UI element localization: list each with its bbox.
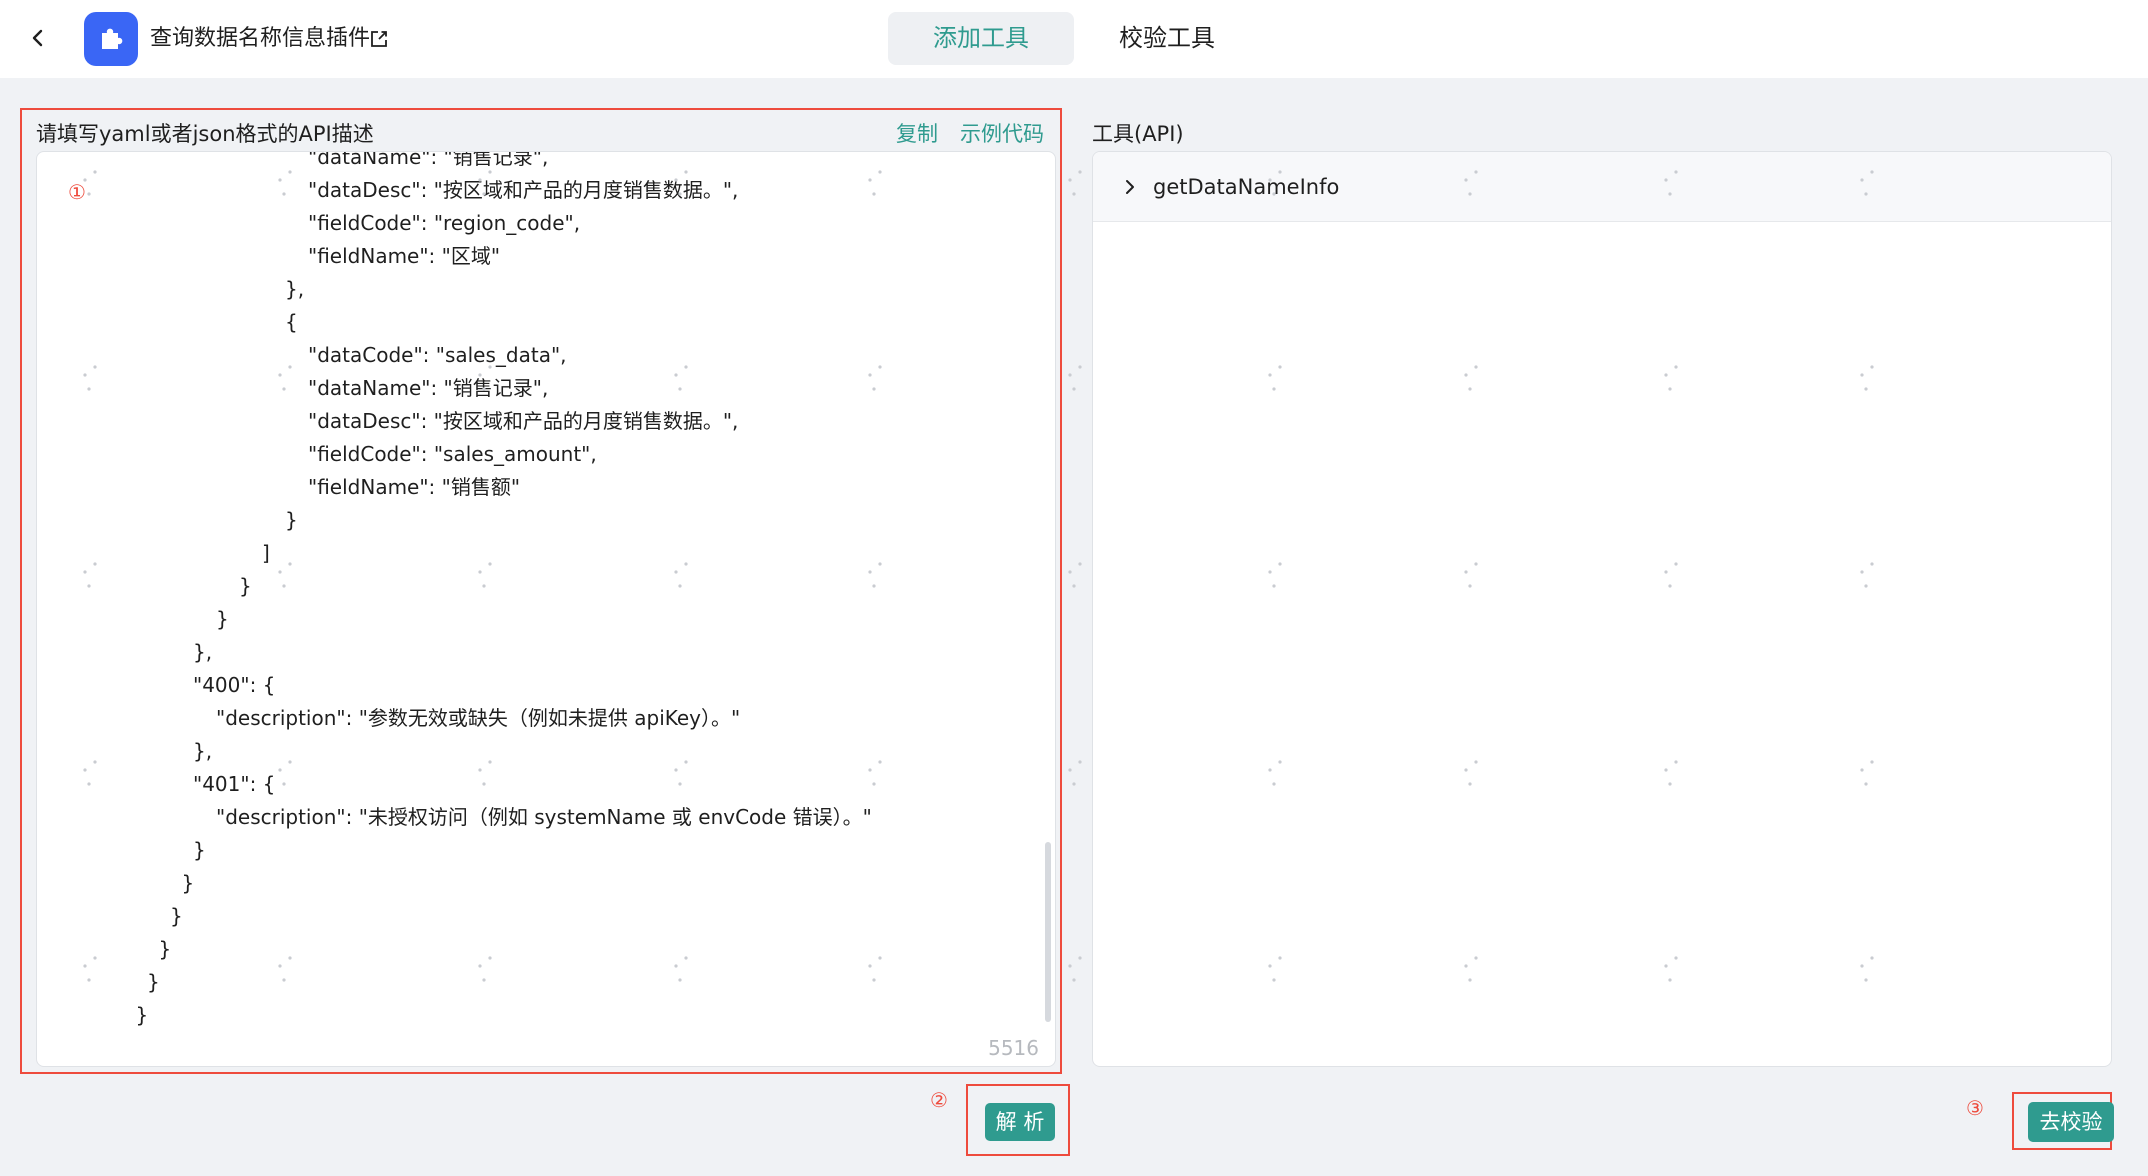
watermark-dot [1078, 760, 1082, 764]
code-line: } [158, 937, 172, 961]
chevron-left-icon [32, 29, 43, 47]
code-line: "dataName": "销售记录", [308, 376, 549, 400]
code-line: "400": { [193, 673, 276, 697]
watermark-dot [1078, 170, 1082, 174]
character-count: 5516 [988, 1036, 1039, 1060]
watermark-dot [1078, 956, 1082, 960]
watermark-dot [1068, 570, 1072, 574]
code-line: "dataDesc": "按区域和产品的月度销售数据。", [308, 178, 739, 202]
tab-verify-tool[interactable]: 校验工具 [1074, 12, 1260, 65]
code-line: "fieldName": "销售额" [308, 475, 521, 499]
watermark-dot [1078, 562, 1082, 566]
tool-list-panel: getDataNameInfo [1092, 151, 2112, 1067]
tool-item[interactable]: getDataNameInfo [1093, 152, 2111, 222]
step-marker-1: ① [68, 180, 86, 204]
watermark-dot [1072, 192, 1076, 196]
code-line: "fieldCode": "sales_amount", [308, 442, 597, 466]
code-line: "401": { [193, 772, 276, 796]
code-line: "description": "未授权访问（例如 systemName 或 en… [216, 805, 872, 829]
code-line: } [193, 838, 206, 862]
watermark-dot [1068, 768, 1072, 772]
code-line: }, [193, 739, 213, 763]
step-marker-2: ② [930, 1088, 948, 1112]
code-line: } [285, 508, 298, 532]
puzzle-icon [102, 28, 123, 49]
example-code-button[interactable]: 示例代码 [960, 120, 1044, 148]
plugin-title: 查询数据名称信息插件 [150, 26, 371, 51]
watermark-dot [1078, 365, 1082, 369]
plugin-logo [84, 12, 138, 66]
parse-button[interactable]: 解 析 [985, 1103, 1055, 1141]
watermark-dot [1072, 782, 1076, 786]
code-line: "dataCode": "sales_data", [308, 343, 567, 367]
watermark-dot [1068, 373, 1072, 377]
code-line: "fieldName": "区域" [308, 244, 501, 268]
tool-name: getDataNameInfo [1153, 175, 1340, 199]
api-description-editor[interactable]: "dataName": "销售记录", "dataDesc": "按区域和产品的月… [36, 151, 1056, 1067]
watermark-dot [1068, 964, 1072, 968]
watermark-dot [1068, 178, 1072, 182]
code-line: } [181, 871, 195, 895]
code-line: } [239, 574, 252, 598]
code-content[interactable]: "dataName": "销售记录", "dataDesc": "按区域和产品的月… [37, 152, 1037, 1066]
code-line: "dataName": "销售记录", [308, 152, 549, 169]
editor-scrollbar[interactable] [1045, 842, 1051, 1022]
code-line: "description": "参数无效或缺失（例如未提供 apiKey）。" [216, 706, 741, 730]
external-edit-icon[interactable] [368, 28, 390, 50]
code-line: } [147, 970, 160, 994]
code-line: { [285, 310, 298, 334]
api-description-label: 请填写yaml或者json格式的API描述 [36, 122, 374, 146]
watermark-dot [1072, 978, 1076, 982]
top-header: 查询数据名称信息插件 添加工具 校验工具 [0, 0, 2148, 78]
watermark-dot [1072, 584, 1076, 588]
code-line: ] [262, 541, 270, 565]
copy-button[interactable]: 复制 [896, 120, 938, 148]
watermark-dot [1072, 387, 1076, 391]
code-line: } [216, 607, 229, 631]
step-marker-3: ③ [1966, 1096, 1984, 1120]
code-line: } [135, 1003, 149, 1027]
code-line: } [170, 904, 183, 928]
chevron-right-icon [1126, 180, 1134, 194]
back-button[interactable] [22, 22, 54, 54]
code-line: }, [193, 640, 213, 664]
code-line: "dataDesc": "按区域和产品的月度销售数据。", [308, 409, 739, 433]
tab-add-tool[interactable]: 添加工具 [888, 12, 1074, 65]
verify-button[interactable]: 去校验 [2028, 1102, 2114, 1142]
code-line: "fieldCode": "region_code", [308, 211, 581, 235]
tool-api-label: 工具(API) [1092, 122, 1184, 146]
code-line: }, [285, 277, 305, 301]
